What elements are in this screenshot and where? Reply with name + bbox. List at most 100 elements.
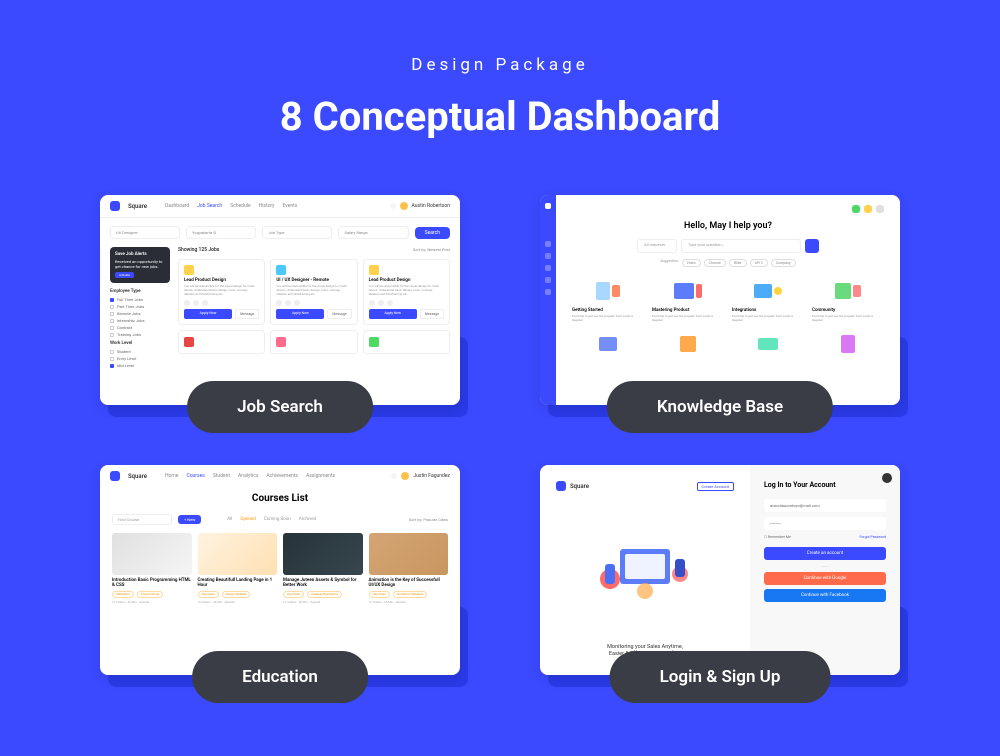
- search-location-input[interactable]: Yogyakarta ⊘: [186, 226, 256, 239]
- facebook-button[interactable]: Continue with Facebook: [764, 589, 886, 602]
- card-education: Square Home Courses Student Analytics Ac…: [100, 465, 460, 675]
- status-icon[interactable]: [864, 205, 872, 213]
- company-logo-card[interactable]: [363, 330, 450, 354]
- filter-title: Employee Type: [110, 289, 170, 294]
- nav-item[interactable]: Courses: [186, 473, 204, 479]
- apply-button[interactable]: Apply Now: [276, 309, 324, 319]
- checkbox-icon[interactable]: [110, 350, 114, 354]
- kb-item[interactable]: Integrations Find help to get use the pr…: [732, 277, 804, 322]
- card-login: Square Create Account: [540, 465, 900, 675]
- checkbox-icon[interactable]: [110, 333, 114, 337]
- sidebar-icon[interactable]: [545, 265, 551, 271]
- search-button[interactable]: [805, 239, 819, 253]
- nav-item[interactable]: Home: [165, 473, 178, 479]
- bell-icon[interactable]: [391, 473, 397, 479]
- nav-item[interactable]: Achievements: [266, 473, 298, 479]
- course-card[interactable]: Manage Juteen Assets & Symbol for Better…: [283, 533, 363, 604]
- tag[interactable]: Biller: [729, 259, 747, 267]
- nav-item[interactable]: Analytics: [238, 473, 258, 479]
- tab-coming[interactable]: Coming Soon: [264, 517, 291, 522]
- sidebar-icon[interactable]: [545, 253, 551, 259]
- search-jobtype-input[interactable]: Job Type: [262, 226, 332, 239]
- nav-item[interactable]: Events: [283, 203, 298, 209]
- alert-activate-button[interactable]: Activate: [115, 272, 134, 278]
- job-card[interactable]: Lead Product Design You will be responsi…: [363, 259, 450, 325]
- sidebar-icon[interactable]: [545, 277, 551, 283]
- bell-icon[interactable]: [390, 203, 396, 209]
- sidebar-icon[interactable]: [545, 241, 551, 247]
- search-input[interactable]: Find Course: [112, 514, 172, 525]
- kb-item[interactable]: [652, 330, 724, 361]
- tag[interactable]: Video: [682, 259, 701, 267]
- checkbox-icon[interactable]: [110, 305, 114, 309]
- tab-archived[interactable]: Archived: [299, 517, 316, 522]
- checkbox-icon[interactable]: [110, 312, 114, 316]
- kb-item[interactable]: Community Find help to get use the progr…: [812, 277, 884, 322]
- checkbox-icon[interactable]: [110, 364, 114, 368]
- message-button[interactable]: Message: [235, 309, 259, 319]
- create-account-button[interactable]: Create an account: [764, 547, 886, 560]
- logo-icon: [110, 201, 120, 211]
- notification-icon[interactable]: [852, 205, 860, 213]
- filter-label: Training Jobs: [117, 332, 141, 337]
- password-field[interactable]: ••••••••: [764, 517, 886, 530]
- message-button[interactable]: Message: [420, 309, 444, 319]
- search-salary-input[interactable]: Salary Range: [338, 226, 408, 239]
- checkbox-icon[interactable]: [110, 326, 114, 330]
- company-logo-card[interactable]: [270, 330, 357, 354]
- avatar[interactable]: [876, 205, 884, 213]
- filter-label: Internship Jobs: [117, 318, 145, 323]
- new-button[interactable]: + New: [178, 515, 201, 524]
- kb-item-title: Getting Started: [572, 308, 644, 313]
- forgot-link[interactable]: Forgot Password: [860, 535, 886, 539]
- tab-all[interactable]: All: [227, 517, 232, 522]
- apply-button[interactable]: Apply Now: [369, 309, 417, 319]
- tag[interactable]: API 2: [750, 259, 768, 267]
- email-field[interactable]: aranvidopoetoyo@mail.com: [764, 499, 886, 512]
- nav-item[interactable]: Dashboard: [165, 203, 189, 209]
- checkbox-icon[interactable]: [110, 298, 114, 302]
- search-dropdown[interactable]: All requests: [637, 239, 677, 253]
- kb-item[interactable]: Getting Started Find help to get use the…: [572, 277, 644, 322]
- tag[interactable]: Chrome: [704, 259, 726, 267]
- results-count: Showing 125 Jobs: [178, 247, 219, 253]
- nav-item[interactable]: Schedule: [230, 203, 250, 209]
- apply-button[interactable]: Apply Now: [184, 309, 232, 319]
- page-title: 8 Conceptual Dashboard: [100, 93, 900, 140]
- search-input[interactable]: Type your question…: [681, 239, 801, 253]
- course-card[interactable]: Introduction Basic Programming HTML & CS…: [112, 533, 192, 604]
- search-button[interactable]: Search: [415, 227, 450, 239]
- course-card[interactable]: Creating Beautifull Landing Page in 1 Ho…: [198, 533, 278, 604]
- kb-item[interactable]: [572, 330, 644, 361]
- sort-dropdown[interactable]: Sort by: Newest Post: [413, 247, 450, 253]
- company-logo-card[interactable]: [178, 330, 265, 354]
- hero-illustration: [556, 505, 734, 634]
- tab-opened[interactable]: Opened: [240, 517, 255, 522]
- job-card[interactable]: Lead Product Design You will be responsi…: [178, 259, 265, 325]
- create-account-link[interactable]: Create Account: [697, 482, 734, 491]
- tag[interactable]: Company: [771, 259, 796, 267]
- nav-item[interactable]: Student: [213, 473, 230, 479]
- message-button[interactable]: Message: [327, 309, 351, 319]
- user-name: Justin Fagundez: [413, 473, 450, 479]
- nav-item[interactable]: Assignments: [306, 473, 335, 479]
- course-title: Creating Beautifull Landing Page in 1 Ho…: [198, 578, 278, 589]
- close-icon[interactable]: [882, 473, 892, 483]
- google-button[interactable]: Continue with Google: [764, 572, 886, 585]
- course-card[interactable]: Animation is the Key of Successfull UI/U…: [369, 533, 449, 604]
- checkbox-icon[interactable]: [110, 319, 114, 323]
- avatar[interactable]: [401, 472, 409, 480]
- remember-checkbox[interactable]: ☐ Remember Me: [764, 535, 791, 539]
- job-card[interactable]: UI / UX Designer - Remote You will be re…: [270, 259, 357, 325]
- kb-item[interactable]: [732, 330, 804, 361]
- kb-item[interactable]: [812, 330, 884, 361]
- avatar[interactable]: [400, 202, 408, 210]
- nav-item[interactable]: Job Search: [197, 203, 222, 209]
- sort-dropdown[interactable]: Sort by: Popular Class: [409, 517, 448, 522]
- search-role-input[interactable]: UX Designer: [110, 226, 180, 239]
- nav-item[interactable]: History: [259, 203, 275, 209]
- sidebar-icon[interactable]: [545, 289, 551, 295]
- kb-item[interactable]: Mastering Product Find help to get use t…: [652, 277, 724, 322]
- checkbox-icon[interactable]: [110, 357, 114, 361]
- course-thumbnail: [283, 533, 363, 575]
